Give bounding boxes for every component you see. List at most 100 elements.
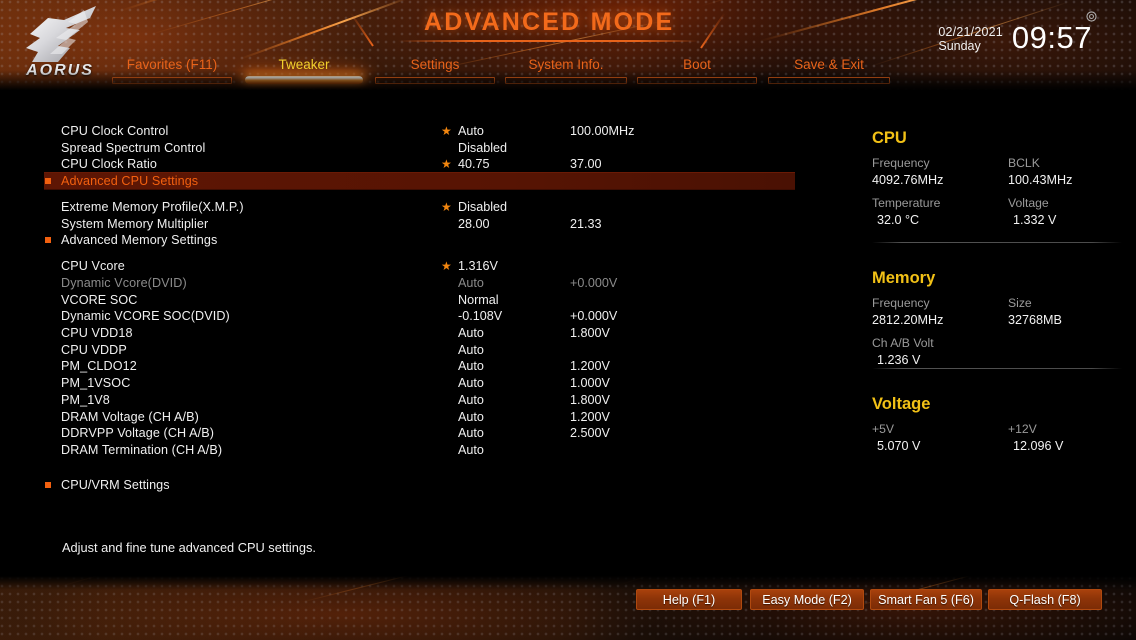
setting-value-secondary: 2.500V	[570, 426, 610, 441]
date-text: 02/21/2021	[938, 25, 1003, 39]
readout-value: 1.332 V	[1013, 213, 1057, 227]
setting-value[interactable]: Disabled	[458, 200, 507, 214]
setting-row[interactable]: DDRVPP Voltage (CH A/B) Auto 2.500V	[0, 424, 830, 441]
fn-button-help-f1[interactable]: Help (F1)	[636, 589, 742, 610]
setting-value-secondary: 100.00MHz	[570, 124, 635, 138]
setting-label: PM_CLDO12	[61, 359, 137, 374]
setting-value[interactable]: Auto	[458, 376, 484, 390]
setting-label: PM_1V8	[61, 392, 110, 407]
setting-row[interactable]: Spread Spectrum Control Disabled	[0, 139, 830, 156]
help-description: Adjust and fine tune advanced CPU settin…	[62, 540, 316, 555]
setting-row[interactable]: VCORE SOC Normal	[0, 291, 830, 308]
setting-row[interactable]: CPU VDDP Auto	[0, 341, 830, 358]
setting-value[interactable]: Auto	[458, 410, 484, 424]
header-fade	[0, 70, 1136, 92]
setting-value[interactable]: Normal	[458, 293, 499, 307]
time-text: 09:57	[1011, 20, 1092, 55]
modified-star-icon: ★	[441, 157, 452, 172]
setting-label: CPU Clock Ratio	[61, 157, 157, 172]
settings-list: CPU Clock Control ★ Auto 100.00MHz Spread Sp…	[0, 92, 830, 532]
fn-button-smart-fan-5-f6[interactable]: Smart Fan 5 (F6)	[870, 589, 982, 610]
setting-value-secondary: +0.000V	[570, 309, 618, 324]
setting-row[interactable]: PM_1VSOC Auto 1.000V	[0, 374, 830, 391]
setting-row[interactable]: Dynamic VCORE SOC(DVID) -0.108V +0.000V	[0, 307, 830, 324]
setting-value[interactable]: 28.00	[458, 217, 490, 231]
monitor-readout: BCLK 100.43MHz	[1008, 155, 1072, 189]
setting-value[interactable]: Auto	[458, 359, 484, 373]
setting-value[interactable]: Auto	[458, 343, 484, 357]
sidebar-divider	[872, 242, 1122, 243]
setting-label: Advanced CPU Settings	[61, 174, 199, 189]
monitor-section-cpu: CPU Frequency 4092.76MHz BCLK 100.43MHz Tempe…	[860, 128, 1136, 235]
page-title: ADVANCED MODE	[424, 8, 675, 36]
readout-label: +12V	[1008, 422, 1037, 436]
setting-row[interactable]: DRAM Termination (CH A/B) Auto	[0, 441, 830, 458]
setting-row[interactable]: Dynamic Vcore(DVID) Auto +0.000V	[0, 274, 830, 291]
setting-row[interactable]: PM_1V8 Auto 1.800V	[0, 391, 830, 408]
setting-value[interactable]: Auto	[458, 276, 484, 290]
setting-label: PM_1VSOC	[61, 376, 131, 391]
submenu-row[interactable]: Advanced Memory Settings	[0, 231, 830, 248]
monitor-readout: Frequency 2812.20MHz	[872, 295, 943, 329]
setting-value-secondary: 1.000V	[570, 376, 610, 391]
setting-label: CPU VDD18	[61, 326, 133, 341]
setting-label: DDRVPP Voltage (CH A/B)	[61, 426, 215, 441]
setting-row[interactable]: Extreme Memory Profile(X.M.P.) ★ Disabled	[0, 198, 830, 215]
datetime-display: 02/21/2021 Sunday 09:57	[938, 22, 1092, 54]
section-title: Memory	[872, 269, 936, 287]
readout-value: 12.096 V	[1013, 439, 1064, 453]
setting-label: DRAM Termination (CH A/B)	[61, 442, 223, 457]
submenu-row[interactable]: Advanced CPU Settings	[0, 172, 830, 191]
setting-row[interactable]: DRAM Voltage (CH A/B) Auto 1.200V	[0, 408, 830, 425]
setting-value-secondary: 1.200V	[570, 409, 610, 424]
readout-value: 2812.20MHz	[872, 313, 944, 327]
readout-value: 4092.76MHz	[872, 173, 944, 187]
readout-value: 1.236 V	[877, 353, 921, 367]
setting-row[interactable]: CPU Clock Ratio ★ 40.75 37.00	[0, 155, 830, 172]
setting-value[interactable]: Auto	[458, 124, 484, 138]
setting-value[interactable]: Auto	[458, 426, 484, 440]
setting-value[interactable]: Auto	[458, 443, 484, 457]
setting-label: CPU Clock Control	[61, 124, 169, 138]
setting-label: System Memory Multiplier	[61, 216, 209, 231]
setting-row[interactable]: CPU Vcore ★ 1.316V	[0, 257, 830, 274]
setting-row[interactable]: CPU VDD18 Auto 1.800V	[0, 324, 830, 341]
setting-value[interactable]: 40.75	[458, 157, 490, 171]
monitor-readout: +12V 12.096 V	[1008, 421, 1063, 455]
modified-star-icon: ★	[441, 124, 452, 138]
setting-label: Dynamic VCORE SOC(DVID)	[61, 309, 230, 324]
readout-value: 100.43MHz	[1008, 173, 1073, 187]
setting-value[interactable]: Auto	[458, 393, 484, 407]
modified-star-icon: ★	[441, 259, 452, 274]
fn-button-easy-mode-f2[interactable]: Easy Mode (F2)	[750, 589, 864, 610]
readout-label: Voltage	[1008, 196, 1049, 210]
setting-row[interactable]: System Memory Multiplier 28.00 21.33	[0, 215, 830, 232]
setting-value[interactable]: 1.316V	[458, 259, 498, 273]
section-title: Voltage	[872, 395, 931, 413]
setting-value-secondary: 37.00	[570, 157, 602, 172]
monitor-readout: Temperature 32.0 °C	[872, 195, 940, 229]
weekday-text: Sunday	[938, 39, 981, 53]
header-bar: AORUS ADVANCED MODE 02/21/2021 Sunday 09…	[0, 0, 1136, 92]
setting-label: Advanced Memory Settings	[61, 233, 218, 248]
readout-label: Ch A/B Volt	[872, 336, 934, 350]
footer-bar: Help (F1) Easy Mode (F2) Smart Fan 5 (F6) Q…	[0, 576, 1136, 640]
setting-value-secondary: 1.800V	[570, 392, 610, 407]
setting-row[interactable]: PM_CLDO12 Auto 1.200V	[0, 357, 830, 374]
setting-label: DRAM Voltage (CH A/B)	[61, 409, 199, 424]
submenu-bullet-icon	[45, 178, 51, 185]
setting-value-secondary: 1.800V	[570, 326, 610, 341]
setting-value[interactable]: Auto	[458, 326, 484, 340]
setting-label: CPU Vcore	[61, 259, 125, 274]
setting-label: VCORE SOC	[61, 292, 138, 307]
section-title: CPU	[872, 129, 907, 147]
footer-fade	[0, 576, 1136, 590]
fn-button-q-flash-f8[interactable]: Q-Flash (F8)	[988, 589, 1102, 610]
readout-value: 32.0 °C	[877, 213, 920, 227]
readout-label: BCLK	[1008, 156, 1040, 170]
setting-value[interactable]: Disabled	[458, 141, 507, 155]
submenu-row[interactable]: CPU/VRM Settings	[0, 476, 830, 493]
setting-row[interactable]: CPU Clock Control ★ Auto 100.00MHz	[0, 122, 830, 139]
setting-value[interactable]: -0.108V	[458, 309, 502, 323]
submenu-bullet-icon	[45, 237, 51, 244]
